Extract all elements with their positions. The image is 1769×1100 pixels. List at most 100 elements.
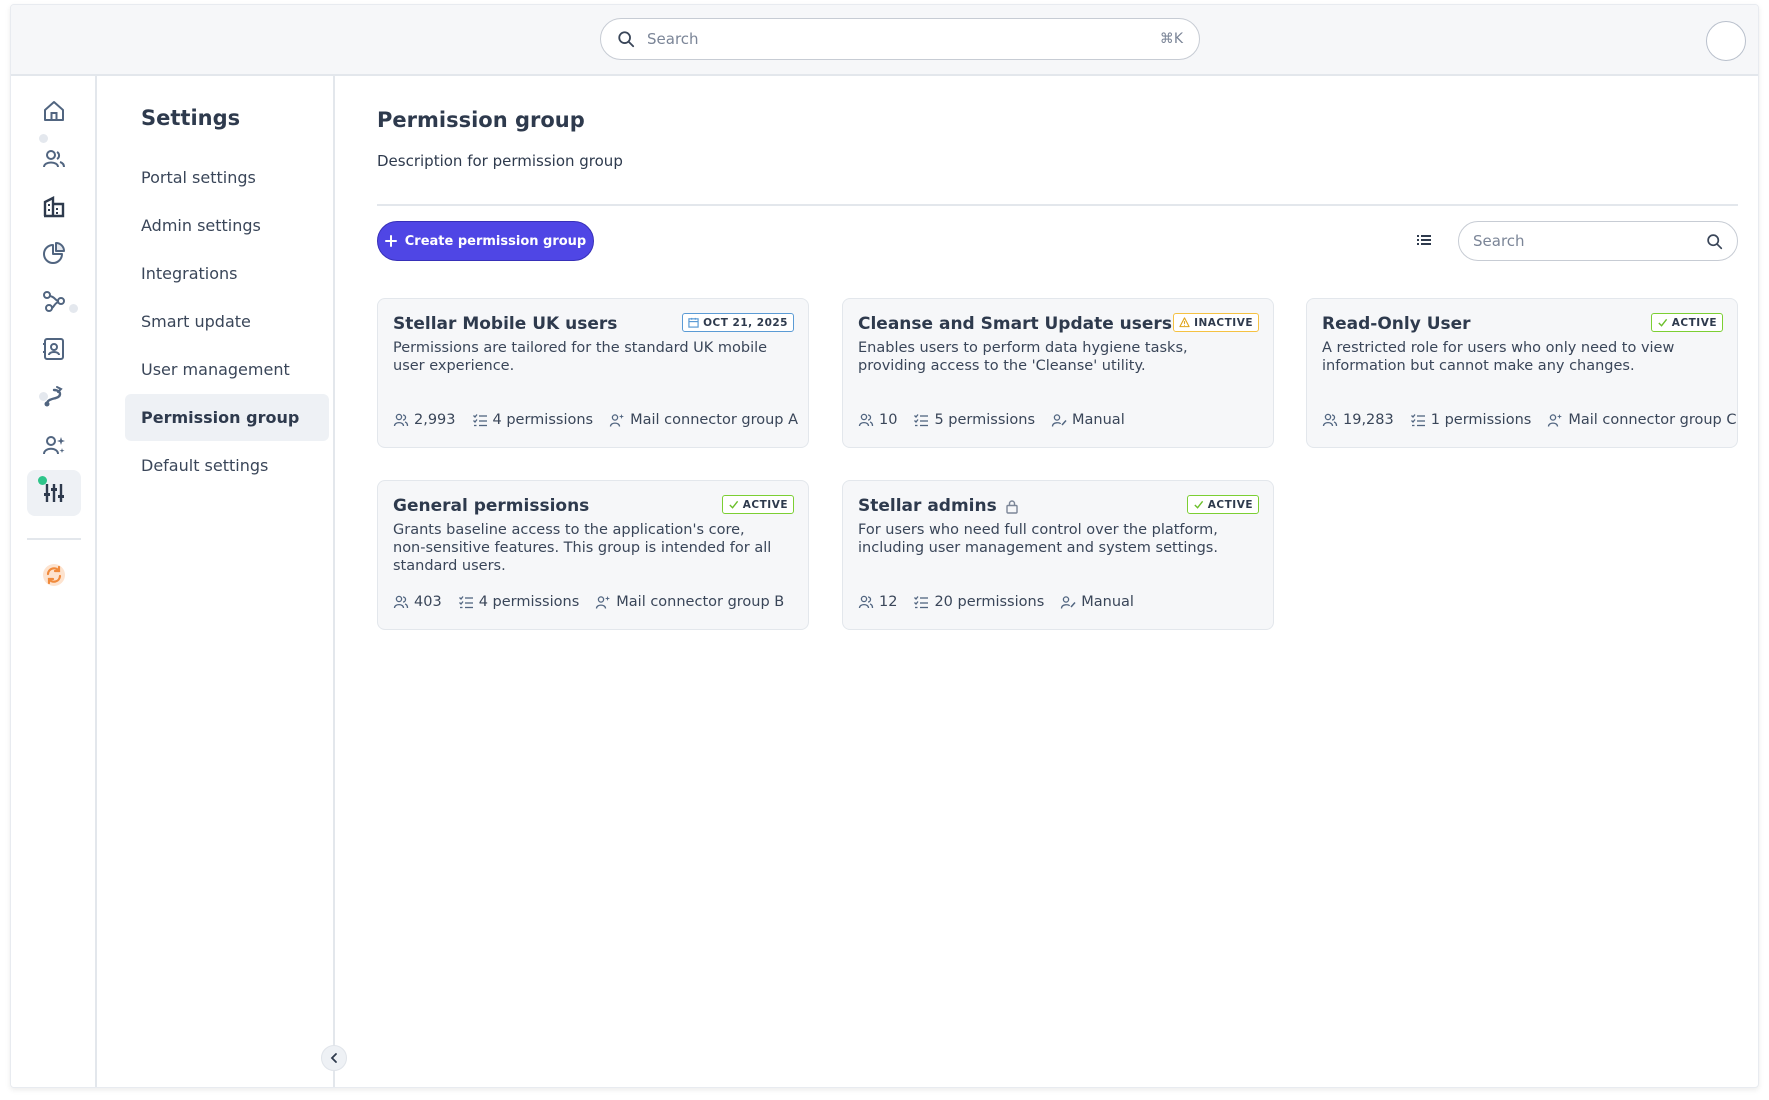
nav-item-portal-settings[interactable]: Portal settings xyxy=(125,154,329,201)
rail-item-ai-users[interactable] xyxy=(27,422,81,468)
user-sparkle-icon xyxy=(1548,414,1563,427)
nav-item-default-settings[interactable]: Default settings xyxy=(125,442,329,489)
page-title: Permission group xyxy=(377,108,585,132)
check-icon xyxy=(1658,318,1667,327)
connector-label: Mail connector group A xyxy=(630,412,799,428)
permission-group-search-input[interactable]: Search xyxy=(1458,221,1738,261)
user-count: 10 xyxy=(879,412,898,428)
user-sparkle-icon xyxy=(43,436,65,455)
card-title: Stellar admins xyxy=(858,496,1019,516)
users-icon xyxy=(393,595,409,609)
create-permission-group-button[interactable]: Create permission group xyxy=(377,221,594,261)
rail-item-reports[interactable] xyxy=(27,230,81,276)
permission-count: 1 permissions xyxy=(1430,412,1532,428)
badge-text: INACTIVE xyxy=(1194,316,1253,329)
plus-icon xyxy=(384,235,397,247)
card-description: For users who need full control over the… xyxy=(858,522,1218,556)
status-badge: INACTIVE xyxy=(1173,313,1259,332)
card-title: General permissions xyxy=(393,496,589,516)
card-title: Stellar Mobile UK users xyxy=(393,314,617,334)
rail-item-companies[interactable] xyxy=(27,184,81,230)
card-meta: 10 5 permissions Manual xyxy=(858,412,1125,428)
badge-text: ACTIVE xyxy=(1671,316,1717,329)
nav-item-admin-settings[interactable]: Admin settings xyxy=(125,202,329,249)
card-title-text: Stellar admins xyxy=(858,496,997,516)
card-description: Grants baseline access to the applicatio… xyxy=(393,522,772,574)
permission-group-card[interactable]: General permissions ACTIVE Grants baseli… xyxy=(377,480,809,630)
global-search-input[interactable]: Search ⌘K xyxy=(600,18,1200,60)
divider xyxy=(377,204,1738,206)
user-count: 19,283 xyxy=(1343,412,1394,428)
rail-item-home[interactable] xyxy=(27,88,81,134)
rail-item-integrations[interactable] xyxy=(27,374,81,420)
checklist-icon xyxy=(472,414,487,427)
contact-card-icon xyxy=(43,338,64,360)
check-icon xyxy=(729,500,738,509)
connector-label: Manual xyxy=(1081,594,1134,610)
user-sparkle-icon xyxy=(609,414,625,427)
page-description: Description for permission group xyxy=(377,152,623,170)
nav-item-smart-update[interactable]: Smart update xyxy=(125,298,329,345)
card-meta: 12 20 permissions Manual xyxy=(858,594,1134,610)
collapse-sidebar-button[interactable] xyxy=(321,1045,347,1071)
top-bar: Search ⌘K xyxy=(11,5,1758,76)
card-description: Permissions are tailored for the standar… xyxy=(393,340,768,374)
main-content: Permission group Description for permiss… xyxy=(337,76,1758,1087)
check-icon xyxy=(1194,500,1203,509)
search-placeholder: Search xyxy=(1473,232,1525,250)
permission-group-card[interactable]: Cleanse and Smart Update users INACTIVE … xyxy=(842,298,1274,448)
icon-rail xyxy=(11,76,97,1087)
connector-label: Manual xyxy=(1072,412,1125,428)
checklist-icon xyxy=(914,414,929,427)
rail-item-workflows[interactable] xyxy=(27,278,81,324)
status-badge: ACTIVE xyxy=(721,495,794,514)
contacts-icon xyxy=(43,150,65,168)
rail-dot xyxy=(39,392,48,401)
list-view-icon[interactable] xyxy=(1415,231,1433,249)
permission-group-card[interactable]: Stellar Mobile UK users OCT 21, 2025 Per… xyxy=(377,298,809,448)
nav-item-user-management[interactable]: User management xyxy=(125,346,329,393)
permission-group-card[interactable]: Stellar admins ACTIVE For users who need… xyxy=(842,480,1274,630)
rail-item-directory[interactable] xyxy=(27,326,81,372)
settings-title: Settings xyxy=(141,106,241,130)
workflow-icon xyxy=(43,291,65,312)
user-count: 403 xyxy=(414,594,442,610)
search-icon xyxy=(1707,233,1723,249)
card-title: Cleanse and Smart Update users xyxy=(858,314,1172,334)
permission-count: 20 permissions xyxy=(934,594,1045,610)
pie-chart-icon xyxy=(43,242,65,264)
checklist-icon xyxy=(1410,414,1425,427)
card-title-text: Stellar Mobile UK users xyxy=(393,314,618,334)
checklist-icon xyxy=(914,596,929,609)
users-icon xyxy=(393,413,409,427)
nav-item-permission-group[interactable]: Permission group xyxy=(125,394,329,441)
user-avatar[interactable] xyxy=(1706,21,1746,61)
home-icon xyxy=(44,101,64,121)
checklist-icon xyxy=(458,596,473,609)
badge-text: OCT 21, 2025 xyxy=(703,316,788,329)
date-badge: OCT 21, 2025 xyxy=(682,313,794,332)
status-badge: ACTIVE xyxy=(1650,313,1723,332)
card-title-text: General permissions xyxy=(393,496,590,516)
global-search-placeholder: Search xyxy=(647,30,699,48)
card-meta: 403 4 permissions Mail connector group B xyxy=(393,594,784,610)
card-meta: 2,993 4 permissions Mail connector group… xyxy=(393,412,798,428)
badge-text: ACTIVE xyxy=(1207,498,1253,511)
permission-count: 4 permissions xyxy=(492,412,594,428)
nav-item-integrations[interactable]: Integrations xyxy=(125,250,329,297)
rail-item-contacts[interactable] xyxy=(27,136,81,182)
rail-item-sync[interactable] xyxy=(27,552,81,598)
user-count: 12 xyxy=(879,594,898,610)
badge-text: ACTIVE xyxy=(742,498,788,511)
card-title-text: Cleanse and Smart Update users xyxy=(858,314,1172,334)
rail-item-settings[interactable] xyxy=(27,470,81,516)
chevron-left-icon xyxy=(330,1053,337,1063)
users-icon xyxy=(858,595,874,609)
user-count: 2,993 xyxy=(414,412,456,428)
permission-group-card[interactable]: Read-Only User ACTIVE A restricted role … xyxy=(1306,298,1738,448)
create-button-label: Create permission group xyxy=(404,233,587,249)
rail-divider xyxy=(27,538,81,540)
status-badge: ACTIVE xyxy=(1186,495,1259,514)
keyboard-shortcut-hint: ⌘K xyxy=(1159,31,1183,47)
card-description: A restricted role for users who only nee… xyxy=(1322,340,1675,374)
